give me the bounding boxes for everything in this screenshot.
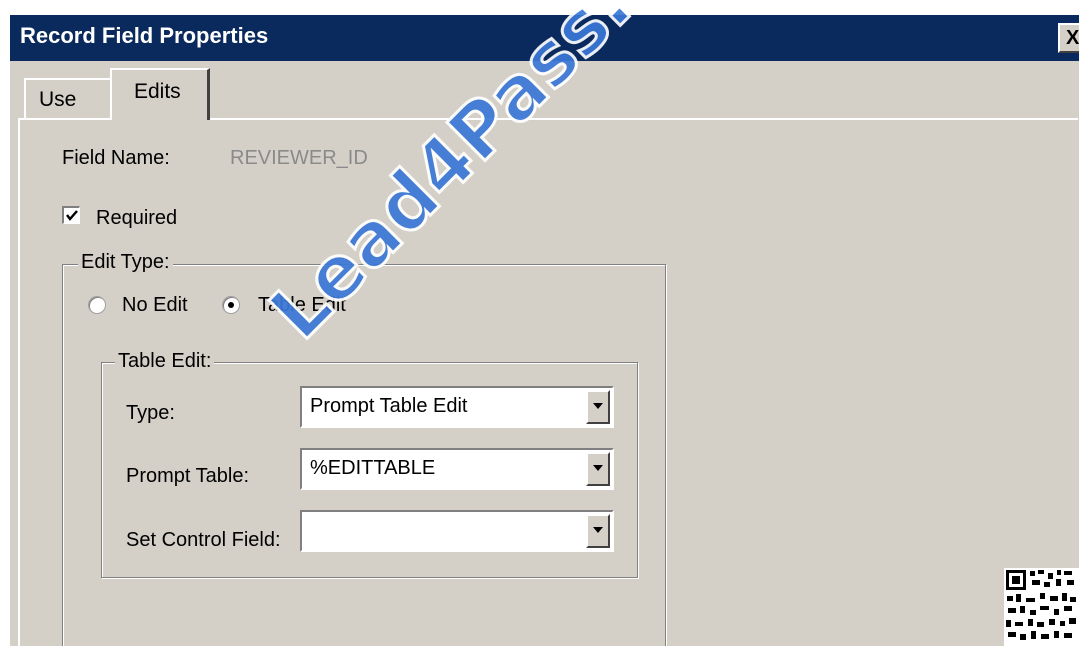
dialog-title: Record Field Properties — [20, 23, 269, 48]
field-name-value: REVIEWER_ID — [230, 147, 368, 169]
prompt-table-dropdown-button[interactable] — [586, 452, 610, 486]
table-edit-legend: Table Edit: — [115, 350, 215, 373]
required-checkbox[interactable] — [62, 206, 80, 224]
chevron-down-icon — [593, 527, 603, 533]
tab-edits[interactable]: Edits — [110, 68, 210, 120]
qr-code-icon — [1004, 568, 1079, 646]
radio-selected-dot — [228, 302, 234, 308]
prompt-table-dropdown-value: %EDITTABLE — [310, 457, 436, 479]
required-label: Required — [96, 207, 178, 229]
edit-type-legend: Edit Type: — [78, 251, 173, 274]
chevron-down-icon — [593, 403, 603, 409]
checkmark-icon — [66, 210, 78, 221]
field-name-label: Field Name: — [62, 147, 170, 169]
type-dropdown-value: Prompt Table Edit — [310, 395, 468, 417]
no-edit-label: No Edit — [122, 294, 188, 316]
no-edit-radio[interactable] — [88, 296, 106, 314]
set-control-field-dropdown-button[interactable] — [586, 514, 610, 548]
chevron-down-icon — [593, 465, 603, 471]
prompt-table-dropdown[interactable]: %EDITTABLE — [300, 448, 614, 490]
tab-use[interactable]: Use — [24, 78, 118, 118]
qr-code-image — [1004, 568, 1079, 646]
close-icon: X — [1066, 27, 1079, 49]
type-label: Type: — [126, 402, 175, 424]
type-dropdown[interactable]: Prompt Table Edit — [300, 386, 614, 428]
tab-use-label: Use — [39, 88, 77, 111]
prompt-table-label: Prompt Table: — [126, 465, 250, 487]
close-button[interactable]: X — [1058, 23, 1079, 53]
set-control-field-label: Set Control Field: — [126, 529, 281, 551]
set-control-field-dropdown[interactable] — [300, 510, 614, 552]
table-edit-radio[interactable] — [222, 296, 240, 314]
tab-edits-label: Edits — [134, 80, 181, 103]
type-dropdown-button[interactable] — [586, 390, 610, 424]
